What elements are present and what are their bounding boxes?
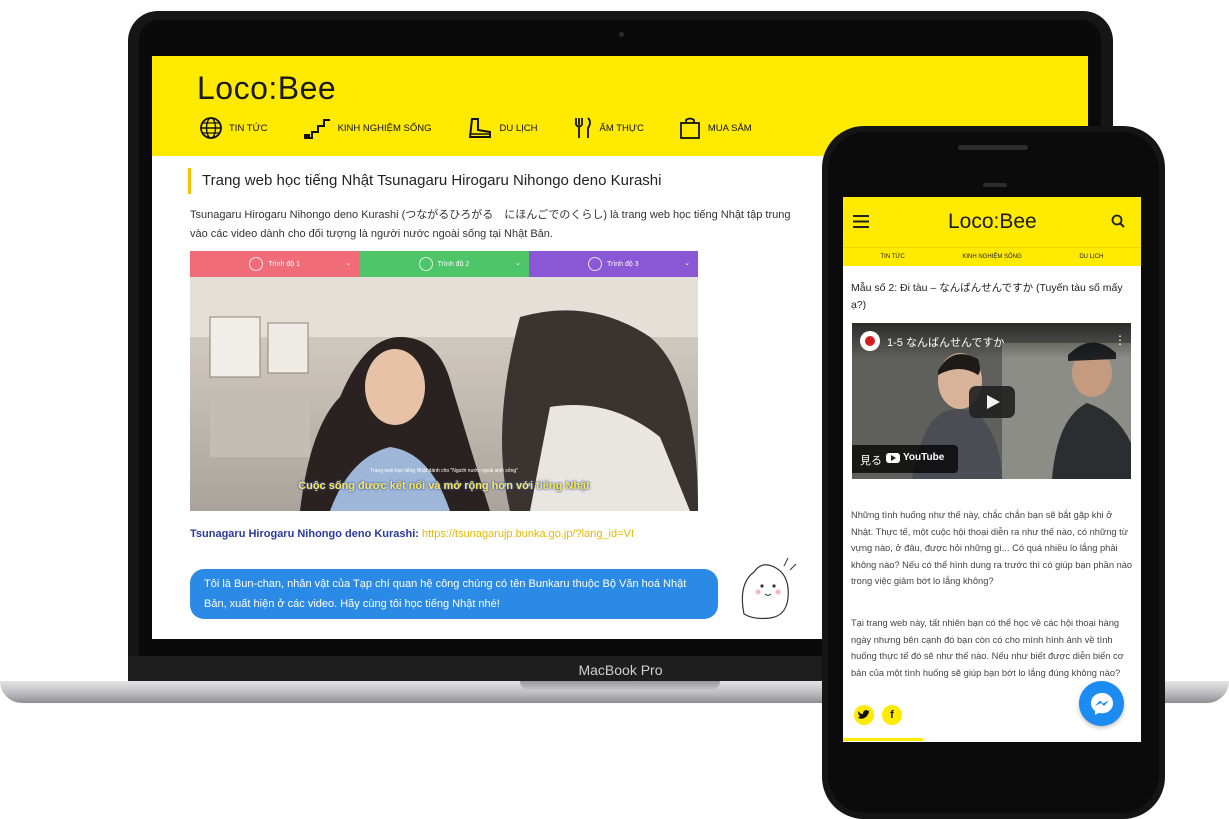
chevron-down-icon: ⌄ — [684, 260, 690, 267]
laptop-base-notch — [520, 681, 720, 691]
channel-logo — [865, 336, 875, 346]
tab-label: Trình độ 3 — [606, 260, 639, 268]
chevron-down-icon: ⌄ — [345, 260, 352, 267]
facebook-icon[interactable]: f — [882, 705, 902, 725]
mobile-logo[interactable]: Loco:Bee — [948, 210, 1037, 234]
play-button[interactable] — [969, 386, 1015, 418]
play-icon — [987, 395, 1000, 409]
tab-level-2[interactable]: Trình độ 2 ⌄ — [359, 251, 529, 277]
video-player[interactable]: Trình độ 1 ⌄ Trình độ 2 ⌄ Trình độ 3 ⌄ T… — [190, 251, 698, 511]
more-options-icon[interactable]: ⋮ — [1114, 333, 1126, 347]
messenger-button[interactable] — [1079, 681, 1124, 726]
phone-speaker — [958, 145, 1028, 150]
watch-label: 見る — [860, 455, 882, 467]
search-icon[interactable] — [1111, 214, 1125, 228]
mobile-tabs: TIN TỨC KINH NGHIỆM SỐNG DU LỊCH — [843, 247, 1141, 266]
nav-item-mua-sam[interactable]: MUA SẮM — [678, 116, 752, 140]
nav-label: TIN TỨC — [229, 122, 268, 134]
watch-on-youtube-button[interactable]: 見る YouTube — [852, 445, 958, 473]
level-icon — [249, 257, 264, 271]
mobile-paragraph-1: Những tình huống như thế này, chắc chắn … — [851, 510, 1133, 586]
nav-item-am-thuc[interactable]: ẨM THỰC — [572, 116, 644, 140]
social-share: f — [854, 705, 910, 725]
hamburger-menu-icon[interactable] — [853, 215, 869, 228]
mobile-tab-kinh-nghiem-song[interactable]: KINH NGHIỆM SỐNG — [942, 248, 1041, 266]
twitter-icon[interactable] — [854, 705, 874, 725]
active-underline — [843, 738, 923, 741]
channel-avatar[interactable] — [860, 331, 880, 351]
source-link-url[interactable]: https://tsunagarujp.bunka.go.jp/?lang_id… — [422, 528, 634, 540]
mobile-tab-du-lich[interactable]: DU LỊCH — [1042, 248, 1141, 266]
youtube-wordmark: YouTube — [903, 452, 945, 463]
video-scene — [190, 277, 698, 511]
level-icon — [587, 257, 602, 271]
tab-label: Trình độ 1 — [268, 260, 300, 268]
mascot-illustration — [741, 557, 797, 620]
tab-level-1[interactable]: Trình độ 1 ⌄ — [190, 251, 360, 277]
video-caption-small: Trang web học tiếng Nhật dành cho "Người… — [370, 468, 518, 474]
level-icon — [418, 257, 433, 271]
tab-level-3[interactable]: Trình độ 3 ⌄ — [528, 251, 698, 277]
youtube-embed[interactable]: 1-5 なんばんせんですか ⋮ 見る YouTube — [852, 323, 1131, 479]
video-caption: Cuộc sống được kết nối và mở rộng hơn vớ… — [298, 480, 590, 492]
globe-icon — [200, 117, 222, 139]
source-link-label: Tsunagaru Hirogaru Nihongo deno Kurashi: — [190, 528, 419, 540]
nav-label: KINH NGHIỆM SỐNG — [337, 122, 432, 134]
mobile-tab-tin-tuc[interactable]: TIN TỨC — [843, 248, 942, 266]
article-intro: Tsunagaru Hirogaru Nihongo deno Kurashi … — [190, 209, 791, 240]
mobile-paragraph-2: Tại trang web này, tất nhiên bạn có thể … — [851, 618, 1124, 678]
youtube-icon — [886, 453, 900, 463]
speech-bubble: Tôi là Bun-chan, nhân vật của Tạp chí qu… — [190, 569, 718, 619]
phone-camera — [983, 183, 1007, 187]
phone-screen: Loco:Bee TIN TỨC KINH NGHIỆM SỐNG DU LỊC… — [843, 197, 1141, 742]
level-tabs: Trình độ 1 ⌄ Trình độ 2 ⌄ Trình độ 3 ⌄ — [190, 251, 698, 277]
nav-label: MUA SẮM — [707, 122, 752, 134]
boot-icon — [468, 118, 491, 138]
shopping-bag-icon — [679, 117, 700, 139]
source-link-line: Tsunagaru Hirogaru Nihongo deno Kurashi:… — [190, 528, 634, 540]
nav-item-kinh-nghiem-song[interactable]: KINH NGHIỆM SỐNG — [302, 116, 432, 140]
utensils-icon — [574, 117, 591, 138]
nav-label: ẨM THỰC — [599, 122, 644, 134]
site-logo[interactable]: Loco:Bee — [197, 70, 336, 107]
mobile-header: Loco:Bee — [843, 197, 1141, 247]
laptop-camera — [619, 32, 624, 37]
mobile-article-title: Mẫu số 2: Đi tàu – なんばんせんですか (Tuyến tàu … — [851, 282, 1123, 311]
nav-item-du-lich[interactable]: DU LỊCH — [466, 116, 538, 140]
nav-item-tin-tuc[interactable]: TIN TỨC — [199, 116, 268, 140]
video-title[interactable]: 1-5 なんばんせんですか — [887, 334, 1004, 350]
video-frame: Trang web học tiếng Nhật dành cho "Người… — [190, 277, 698, 511]
main-nav: TIN TỨC KINH NGHIỆM SỐNG DU LỊCH ẨM THỰC… — [199, 116, 786, 140]
stairs-icon — [303, 119, 330, 139]
messenger-icon — [1090, 692, 1113, 715]
chevron-down-icon: ⌄ — [514, 260, 521, 267]
article-title: Trang web học tiếng Nhật Tsunagaru Hirog… — [188, 168, 661, 194]
nav-label: DU LỊCH — [499, 122, 538, 134]
tab-label: Trình độ 2 — [437, 260, 470, 268]
